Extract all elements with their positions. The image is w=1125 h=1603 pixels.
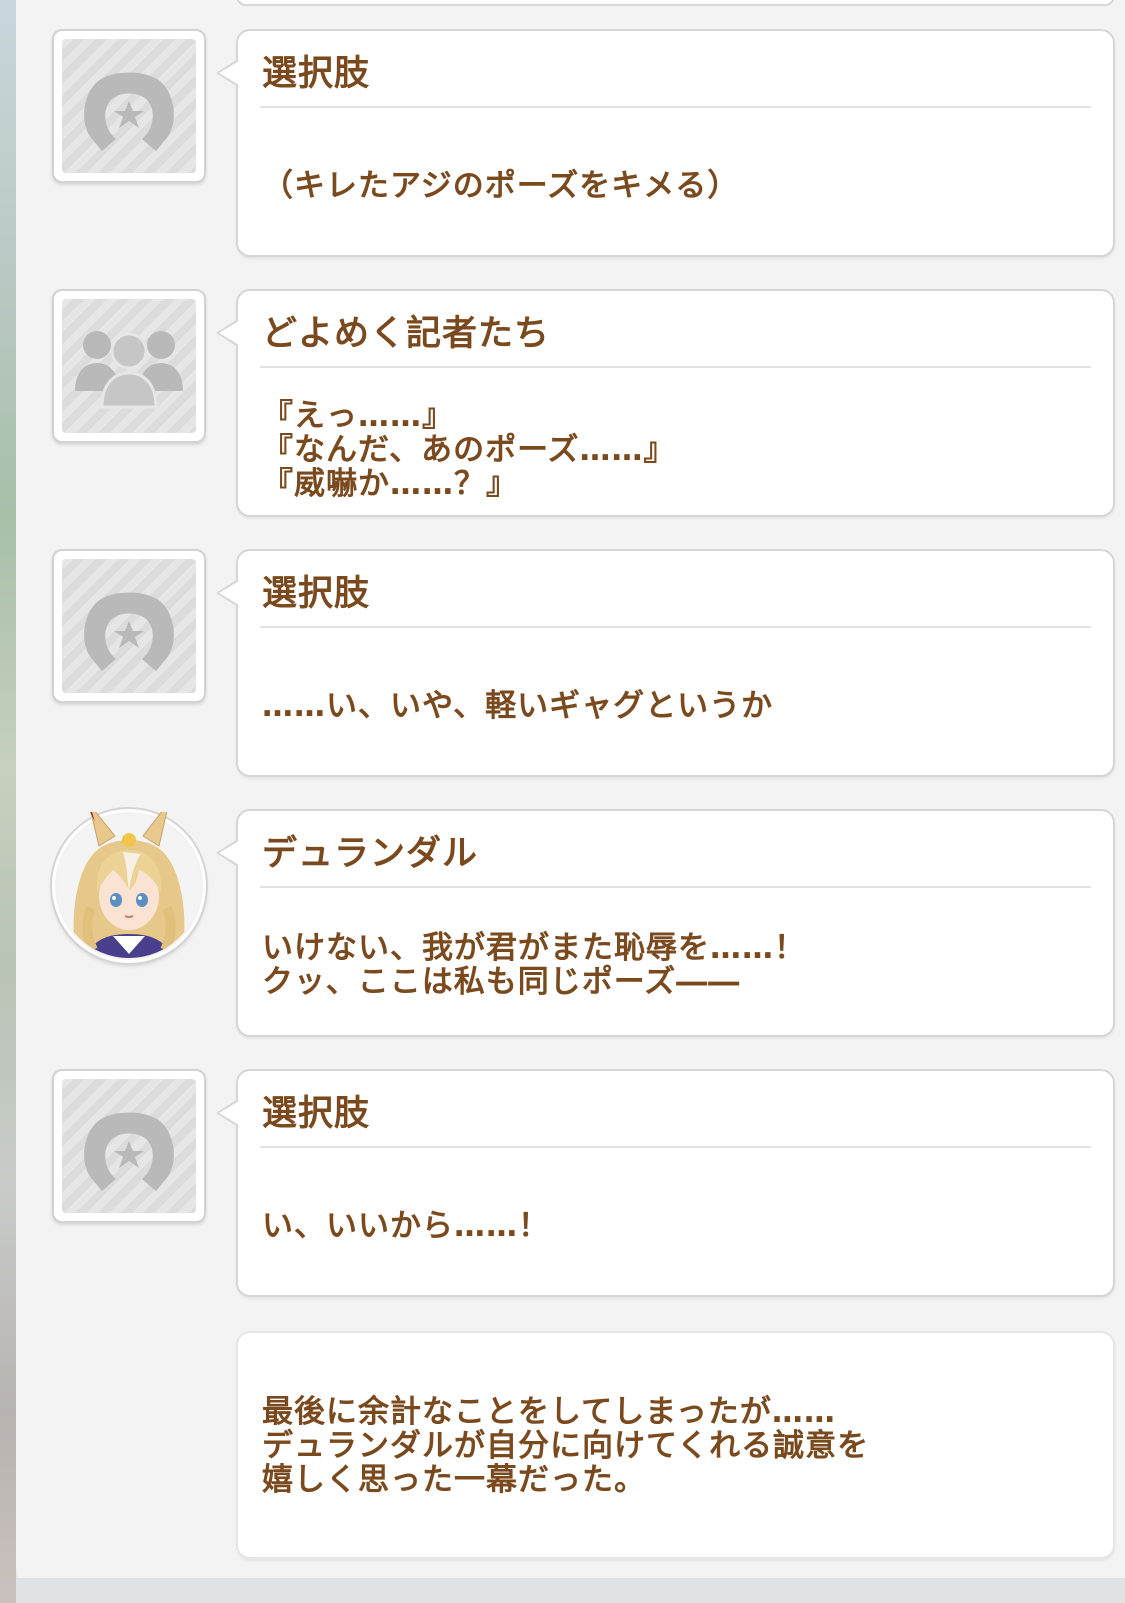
speaker-name: 選択肢 [262,574,371,614]
speaker-name: どよめく記者たち [262,314,551,354]
dialogue-bubble: 選択肢 い、いいから……！ [216,1069,1115,1297]
divider [260,886,1091,888]
narration-line: デュランダルが自分に向けてくれる誠意を [262,1428,870,1464]
bubble-tail [216,319,239,347]
dialogue-line: 『なんだ、あのポーズ……』 [262,432,676,468]
bubble-tail [216,1099,239,1127]
divider [260,366,1091,368]
bubble-tail [216,579,239,607]
dialogue-line: いけない、我が君がまた恥辱を……！ [262,930,806,966]
dialogue-bubble: どよめく記者たち 『えっ……』 『なんだ、あのポーズ……』 『威嚇か……？』 [216,289,1115,517]
narration-bubble: 最後に余計なことをしてしまったが…… デュランダルが自分に向けてくれる誠意を 嬉… [236,1331,1115,1559]
horseshoe-icon [84,592,174,671]
choice-avatar [52,549,206,703]
story-log-list[interactable]: 選択肢 （キレたアジのポーズをキメる） どよめく記者たち 『えっ……』 『なんだ… [0,0,1125,1603]
dialogue-line: ……い、いや、軽いギャグというか [262,688,774,724]
horseshoe-icon [84,1112,174,1191]
crowd-avatar [52,289,206,443]
bubble-tail [216,59,239,87]
speaker-name: デュランダル [262,834,479,874]
dialogue-bubble: 選択肢 ……い、いや、軽いギャグというか [216,549,1115,777]
dialogue-bubble: 選択肢 （キレたアジのポーズをキメる） [216,29,1115,257]
divider [260,1146,1091,1148]
dialogue-line: 『威嚇か……？』 [262,466,518,502]
crowd-icon [75,331,183,409]
choice-avatar [52,1069,206,1223]
dialogue-line: （キレたアジのポーズをキメる） [262,168,740,204]
choice-avatar [52,29,206,183]
divider [260,106,1091,108]
narration-line: 嬉しく思った一幕だった。 [262,1462,646,1498]
horseshoe-icon [84,72,174,151]
dialogue-line: 『えっ……』 [262,398,454,434]
dialogue-bubble: デュランダル いけない、我が君がまた恥辱を……！ クッ、ここは私も同じポーズ―― [216,809,1115,1037]
divider [260,626,1091,628]
dialogue-line: クッ、ここは私も同じポーズ―― [262,964,741,1000]
character-avatar [52,809,206,963]
speaker-name: 選択肢 [262,54,371,94]
bubble-tail [216,839,239,867]
speaker-name: 選択肢 [262,1094,371,1134]
dialogue-line: い、いいから……！ [262,1208,550,1244]
narration-line: 最後に余計なことをしてしまったが…… [262,1394,836,1430]
character-portrait [57,812,201,958]
